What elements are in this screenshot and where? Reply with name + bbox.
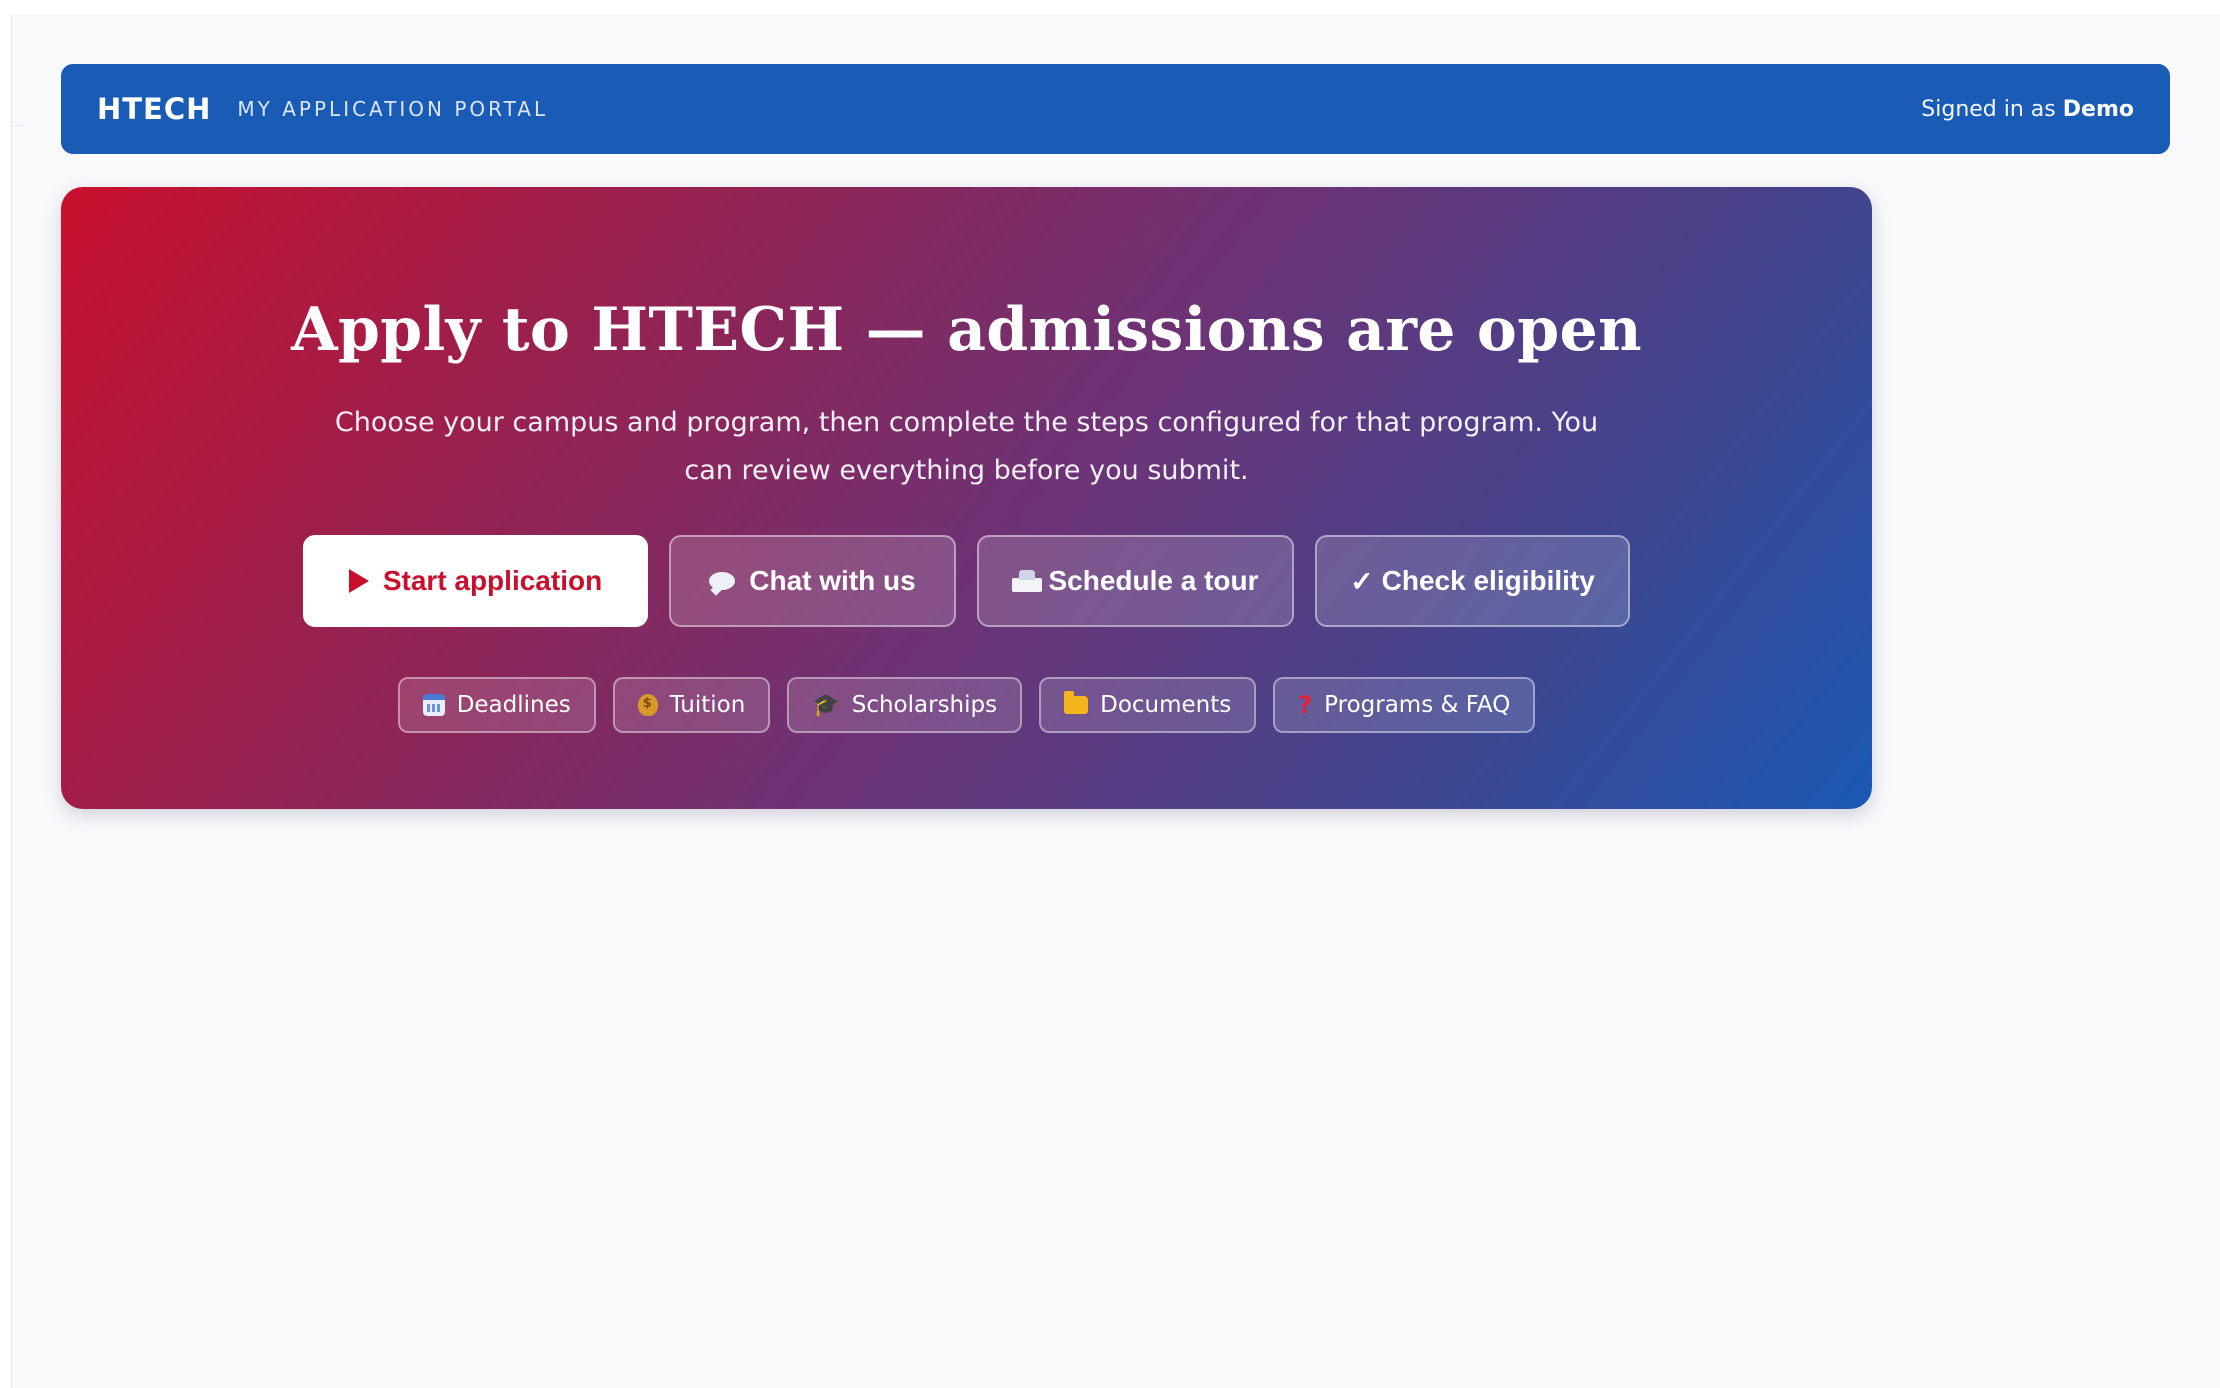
school-icon <box>1012 570 1043 592</box>
chip-scholarships[interactable]: 🎓 Scholarships <box>787 677 1023 733</box>
action-buttons: Start application Chat with us Schedule … <box>61 535 1872 627</box>
button-label: Chat with us <box>749 565 916 596</box>
page-title: Apply to HTECH — admissions are open <box>291 295 1642 365</box>
divider <box>12 125 23 126</box>
hero-banner: Apply to HTECH — admissions are open Cho… <box>61 187 1872 809</box>
folder-icon <box>1064 691 1089 714</box>
button-label: Schedule a tour <box>1048 565 1259 596</box>
speech-bubble-icon <box>709 572 736 590</box>
start-application-button[interactable]: Start application <box>303 535 648 627</box>
page-background: HTECH MY APPLICATION PORTAL Signed in as… <box>11 15 2220 1388</box>
chip-documents[interactable]: Documents <box>1039 677 1257 733</box>
chip-label: Scholarships <box>851 692 998 718</box>
graduation-cap-icon: 🎓 <box>812 692 840 718</box>
button-label: Start application <box>382 565 603 596</box>
chat-with-us-button[interactable]: Chat with us <box>669 535 956 627</box>
chip-label: Programs & FAQ <box>1324 692 1511 718</box>
button-label: Check eligibility <box>1381 565 1595 596</box>
chip-tuition[interactable]: Tuition <box>612 677 771 733</box>
brand-logo[interactable]: HTECH <box>97 92 211 126</box>
chip-label: Tuition <box>669 692 746 718</box>
money-bag-icon <box>637 694 658 716</box>
schedule-tour-button[interactable]: Schedule a tour <box>977 535 1294 627</box>
signed-in-status: Signed in as Demo <box>1921 97 2134 122</box>
signed-in-prefix: Signed in as <box>1921 96 2056 122</box>
check-icon: ✓ <box>1350 565 1374 597</box>
chip-label: Documents <box>1100 692 1232 718</box>
chip-label: Deadlines <box>456 692 571 718</box>
play-icon <box>348 569 369 593</box>
portal-label: MY APPLICATION PORTAL <box>237 97 549 121</box>
user-name[interactable]: Demo <box>2063 97 2134 122</box>
top-bar: HTECH MY APPLICATION PORTAL Signed in as… <box>61 64 2170 154</box>
chip-deadlines[interactable]: Deadlines <box>397 677 596 733</box>
hero-subtitle: Choose your campus and program, then com… <box>334 407 1599 486</box>
calendar-icon <box>422 694 445 716</box>
check-eligibility-button[interactable]: ✓ Check eligibility <box>1315 535 1630 627</box>
question-mark-icon: ? <box>1298 691 1313 719</box>
quick-links: Deadlines Tuition 🎓 Scholarships Documen… <box>61 677 1872 733</box>
chip-programs-faq[interactable]: ? Programs & FAQ <box>1273 677 1536 733</box>
